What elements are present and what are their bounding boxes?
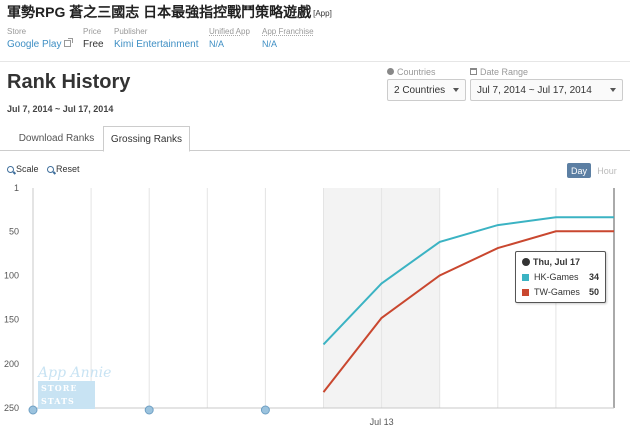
tooltip-series-value: 34 xyxy=(588,272,599,282)
meta-unified-label: Unified App xyxy=(209,27,250,36)
meta-franchise-label: App Franchise xyxy=(262,27,314,36)
meta-price: Price Free xyxy=(83,27,104,50)
event-marker-icon xyxy=(28,405,38,415)
reset-button[interactable]: Reset xyxy=(47,164,80,174)
countries-filter: Countries 2 Countries xyxy=(387,66,466,101)
meta-publisher-label: Publisher xyxy=(114,27,148,36)
tooltip-row: TW-Games 50 xyxy=(522,287,599,297)
tab-grossing-ranks[interactable]: Grossing Ranks xyxy=(103,126,190,152)
legend-swatch xyxy=(522,288,529,296)
tooltip-series-name: TW-Games xyxy=(534,287,580,297)
meta-store: Store Google Play xyxy=(7,27,74,50)
y-tick-label: 150 xyxy=(4,315,19,325)
meta-franchise: App Franchise N/A xyxy=(262,27,314,49)
meta-publisher: Publisher Kimi Entertainment xyxy=(114,27,198,50)
event-marker-icon xyxy=(144,405,154,415)
legend-swatch xyxy=(522,273,529,281)
chevron-down-icon[interactable] xyxy=(610,88,616,92)
meta-unified-value[interactable]: N/A xyxy=(209,39,250,49)
date-range-select[interactable]: Jul 7, 2014 ~ Jul 17, 2014 xyxy=(470,79,623,101)
tooltip-header: Thu, Jul 17 xyxy=(522,257,599,267)
day-button[interactable]: Day xyxy=(567,163,591,178)
globe-icon xyxy=(522,258,530,266)
watermark-line1: App Annie xyxy=(38,365,112,381)
date-range-subtitle: Jul 7, 2014 ~ Jul 17, 2014 xyxy=(7,104,114,114)
chevron-down-icon[interactable] xyxy=(453,88,459,92)
meta-store-value[interactable]: Google Play xyxy=(7,39,61,50)
magnifier-icon[interactable] xyxy=(47,165,54,173)
scale-button[interactable]: Scale xyxy=(7,164,39,174)
meta-store-label: Store xyxy=(7,27,27,36)
scale-label[interactable]: Scale xyxy=(16,164,39,174)
tooltip-date: Thu, Jul 17 xyxy=(533,257,581,267)
meta-publisher-link[interactable]: Kimi Entertainment xyxy=(114,39,198,50)
event-marker-icon xyxy=(260,405,270,415)
y-tick-label: 50 xyxy=(9,226,19,236)
app-title: 軍勢RPG 蒼之三國志 日本最強指控戰鬥策略遊戲 [App] xyxy=(7,2,332,22)
tab-download-ranks[interactable]: Download Ranks xyxy=(9,126,104,151)
meta-store-link[interactable]: Google Play xyxy=(7,38,74,50)
x-tick-label: Jul 13 xyxy=(370,417,394,427)
chart-tooltip: Thu, Jul 17 HK-Games 34 TW-Games 50 xyxy=(515,251,606,303)
rank-type-tabs: Download Ranks Grossing Ranks xyxy=(0,126,630,152)
date-range-select-value[interactable]: Jul 7, 2014 ~ Jul 17, 2014 xyxy=(477,85,592,96)
meta-franchise-value[interactable]: N/A xyxy=(262,39,314,49)
date-range-label-text: Date Range xyxy=(480,66,529,77)
magnifier-icon[interactable] xyxy=(7,165,14,173)
tooltip-series-value: 50 xyxy=(588,287,599,297)
y-tick-label: 100 xyxy=(4,270,19,280)
y-tick-label: 250 xyxy=(4,403,19,413)
y-tick-label: 200 xyxy=(4,359,19,369)
reset-label[interactable]: Reset xyxy=(56,164,80,174)
countries-label-text: Countries xyxy=(397,66,436,77)
tooltip-row: HK-Games 34 xyxy=(522,272,599,282)
tooltip-series-name: HK-Games xyxy=(534,272,579,282)
countries-select[interactable]: 2 Countries xyxy=(387,79,466,101)
app-annie-watermark: App Annie STORE STATS xyxy=(38,365,112,409)
app-type-tag: [App] xyxy=(313,9,332,18)
countries-filter-label: Countries xyxy=(387,66,466,77)
calendar-icon xyxy=(470,68,477,75)
globe-icon xyxy=(387,68,394,75)
date-range-filter-label: Date Range xyxy=(470,66,623,77)
header-divider xyxy=(0,61,630,62)
y-tick-label: 1 xyxy=(14,183,19,193)
page-title: Rank History xyxy=(7,71,131,93)
watermark-line2: STORE STATS xyxy=(38,381,95,409)
hour-button[interactable]: Hour xyxy=(595,163,619,178)
countries-select-value[interactable]: 2 Countries xyxy=(394,85,445,96)
meta-unified-app: Unified App N/A xyxy=(209,27,250,49)
external-link-icon[interactable] xyxy=(64,38,74,47)
meta-price-label: Price xyxy=(83,27,102,36)
date-range-filter: Date Range Jul 7, 2014 ~ Jul 17, 2014 xyxy=(470,66,623,101)
meta-price-value: Free xyxy=(83,39,104,50)
app-title-text: 軍勢RPG 蒼之三國志 日本最強指控戰鬥策略遊戲 xyxy=(7,4,312,20)
